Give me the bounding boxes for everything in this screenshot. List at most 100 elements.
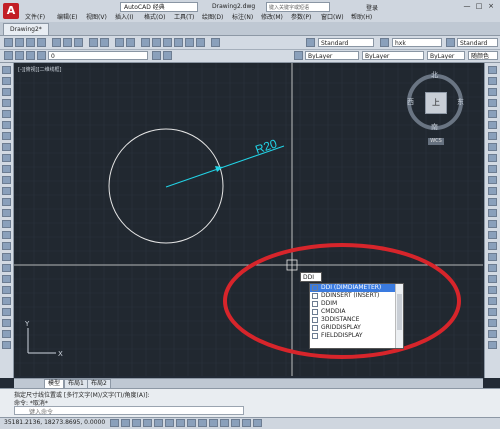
modify-tool-icon[interactable] — [488, 77, 497, 85]
status-toggle-icon[interactable] — [242, 419, 251, 427]
minimize-button[interactable]: — — [462, 2, 472, 11]
modify-tool-icon[interactable] — [488, 110, 497, 118]
compass-west[interactable]: 西 — [407, 97, 414, 107]
draw-tool-icon[interactable] — [2, 264, 11, 272]
undo-icon[interactable] — [89, 38, 98, 47]
modify-tool-icon[interactable] — [488, 176, 497, 184]
draw-tool-icon[interactable] — [2, 154, 11, 162]
command-input[interactable]: 键入命令 — [14, 406, 244, 416]
autocomplete-item[interactable]: 3DDISTANCE — [310, 316, 403, 324]
menu-parametric[interactable]: 参数(P) — [291, 12, 311, 21]
markup-icon[interactable] — [185, 38, 194, 47]
menu-file[interactable]: 文件(F) — [25, 12, 45, 21]
modify-tool-icon[interactable] — [488, 198, 497, 206]
draw-tool-icon[interactable] — [2, 132, 11, 140]
status-toggle-icon[interactable] — [220, 419, 229, 427]
status-toggle-icon[interactable] — [165, 419, 174, 427]
modify-tool-icon[interactable] — [488, 253, 497, 261]
modify-tool-icon[interactable] — [488, 99, 497, 107]
modify-tool-icon[interactable] — [488, 209, 497, 217]
draw-tool-icon[interactable] — [2, 121, 11, 129]
draw-tool-icon[interactable] — [2, 198, 11, 206]
modify-tool-icon[interactable] — [488, 308, 497, 316]
draw-tool-icon[interactable] — [2, 88, 11, 96]
status-toggle-icon[interactable] — [198, 419, 207, 427]
zoom-icon[interactable] — [126, 38, 135, 47]
linetype-select[interactable]: ByLayer — [362, 51, 424, 60]
help-icon[interactable] — [211, 38, 220, 47]
open-icon[interactable] — [15, 38, 24, 47]
viewport-controls[interactable]: [-][俯视][二维线框] — [18, 66, 62, 73]
draw-tool-icon[interactable] — [2, 110, 11, 118]
copy-icon[interactable] — [63, 38, 72, 47]
status-toggle-icon[interactable] — [143, 419, 152, 427]
menu-edit[interactable]: 编辑(E) — [57, 12, 77, 21]
menu-window[interactable]: 窗口(W) — [321, 12, 344, 21]
modify-tool-icon[interactable] — [488, 341, 497, 349]
status-toggle-icon[interactable] — [154, 419, 163, 427]
draw-tool-icon[interactable] — [2, 231, 11, 239]
close-button[interactable]: × — [486, 2, 496, 11]
menu-insert[interactable]: 插入(I) — [115, 12, 133, 21]
draw-tool-icon[interactable] — [2, 275, 11, 283]
circle-entity[interactable] — [108, 128, 224, 244]
text-style-select[interactable]: Standard — [318, 38, 374, 47]
modify-tool-icon[interactable] — [488, 231, 497, 239]
draw-tool-icon[interactable] — [2, 319, 11, 327]
modify-tool-icon[interactable] — [488, 275, 497, 283]
search-input[interactable]: 键入关键字或短语 — [266, 2, 330, 12]
autocomplete-item[interactable]: DDINSERT (INSERT) — [310, 292, 403, 300]
draw-tool-icon[interactable] — [2, 242, 11, 250]
dim-style-select[interactable]: hxk — [392, 38, 442, 47]
menu-tools[interactable]: 工具(T) — [174, 12, 194, 21]
draw-tool-icon[interactable] — [2, 77, 11, 85]
status-toggle-icon[interactable] — [253, 419, 262, 427]
menu-modify[interactable]: 修改(M) — [261, 12, 283, 21]
table-style-select[interactable]: Standard — [457, 38, 498, 47]
lightbulb-icon[interactable] — [15, 51, 24, 60]
save-icon[interactable] — [26, 38, 35, 47]
draw-tool-icon[interactable] — [2, 253, 11, 261]
modify-tool-icon[interactable] — [488, 297, 497, 305]
dynamic-input[interactable]: DDI — [300, 272, 322, 282]
tab-drawing2[interactable]: Drawing2* — [3, 23, 49, 36]
modify-tool-icon[interactable] — [488, 143, 497, 151]
modify-tool-icon[interactable] — [488, 264, 497, 272]
wcs-menu[interactable]: WCS — [428, 138, 444, 145]
new-icon[interactable] — [4, 38, 13, 47]
lineweight-select[interactable]: ByLayer — [427, 51, 465, 60]
modify-tool-icon[interactable] — [488, 220, 497, 228]
cut-icon[interactable] — [52, 38, 61, 47]
paste-icon[interactable] — [74, 38, 83, 47]
scrollbar-thumb[interactable] — [397, 294, 402, 330]
menu-dimension[interactable]: 标注(N) — [232, 12, 253, 21]
status-toggle-icon[interactable] — [209, 419, 218, 427]
draw-tool-icon[interactable] — [2, 187, 11, 195]
dimension-text[interactable]: R20 — [253, 136, 279, 157]
workspace-select[interactable]: AutoCAD 经典 — [120, 2, 198, 12]
modify-tool-icon[interactable] — [488, 330, 497, 338]
autocomplete-item[interactable]: DDI (DIMDIAMETER) — [310, 284, 403, 292]
draw-tool-icon[interactable] — [2, 99, 11, 107]
draw-tool-icon[interactable] — [2, 220, 11, 228]
modify-tool-icon[interactable] — [488, 319, 497, 327]
menu-draw[interactable]: 绘图(D) — [202, 12, 223, 21]
plot-style-select[interactable]: 随颜色 — [468, 51, 498, 60]
draw-tool-icon[interactable] — [2, 176, 11, 184]
layer-previous-icon[interactable] — [163, 51, 172, 60]
make-current-icon[interactable] — [152, 51, 161, 60]
status-toggle-icon[interactable] — [110, 419, 119, 427]
tool-palettes-icon[interactable] — [163, 38, 172, 47]
draw-tool-icon[interactable] — [2, 308, 11, 316]
draw-tool-icon[interactable] — [2, 286, 11, 294]
menu-view[interactable]: 视图(V) — [86, 12, 107, 21]
maximize-button[interactable]: □ — [474, 2, 484, 11]
modify-tool-icon[interactable] — [488, 121, 497, 129]
draw-tool-icon[interactable] — [2, 143, 11, 151]
lock-icon[interactable] — [37, 51, 46, 60]
modify-tool-icon[interactable] — [488, 132, 497, 140]
autocomplete-list[interactable]: DDI (DIMDIAMETER) DDINSERT (INSERT) DDIM CM… — [309, 283, 404, 349]
layer-properties-icon[interactable] — [4, 51, 13, 60]
autocomplete-item[interactable]: CMDDIA — [310, 308, 403, 316]
draw-tool-icon[interactable] — [2, 165, 11, 173]
